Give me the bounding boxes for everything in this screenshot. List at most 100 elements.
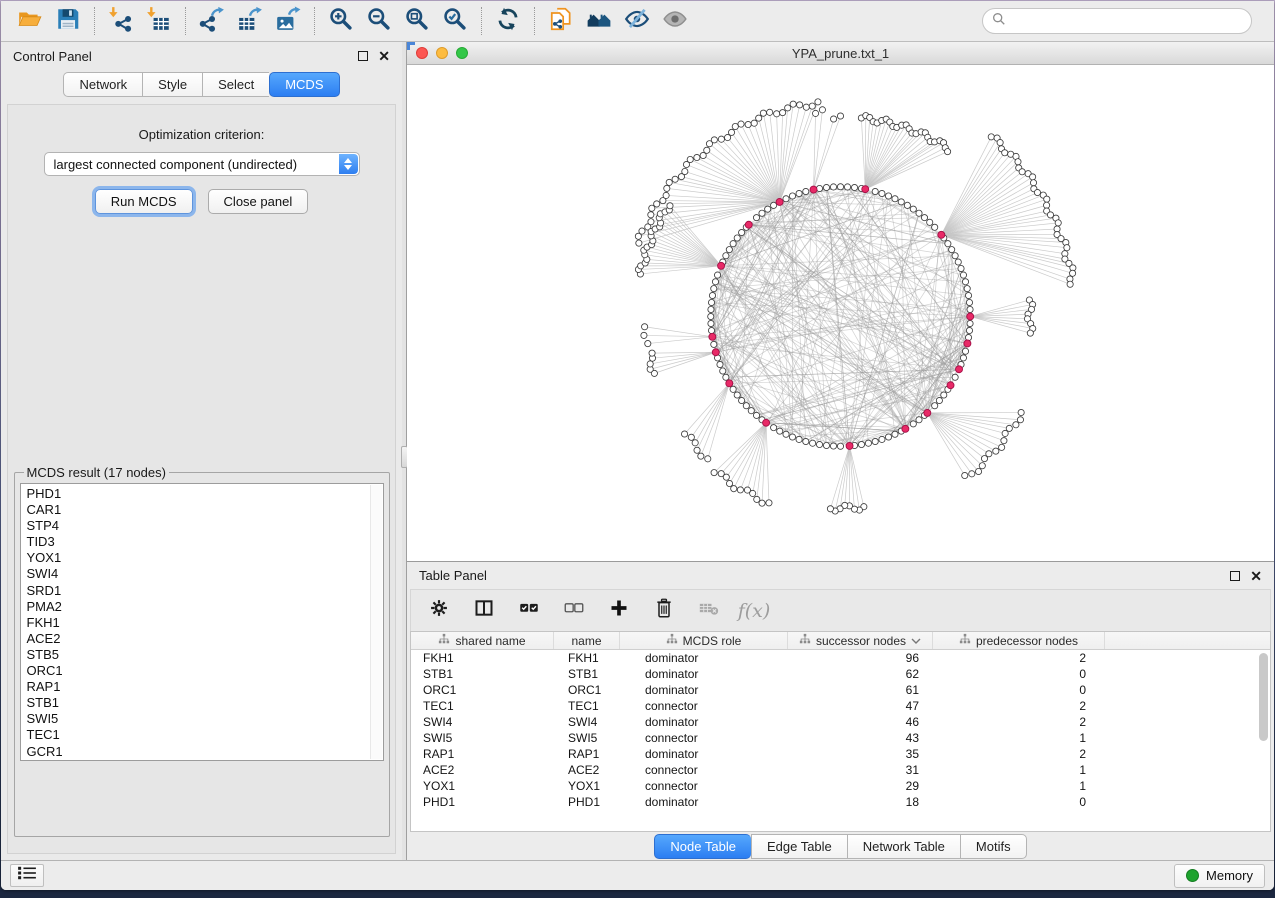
save-session-button[interactable] — [49, 4, 87, 38]
mcds-result-item[interactable]: STB5 — [27, 647, 369, 663]
column-header-shared-name[interactable]: shared name — [411, 632, 554, 649]
attribute-tree-icon — [799, 633, 811, 648]
unselect-all-button[interactable] — [562, 599, 586, 623]
task-history-button[interactable] — [10, 864, 44, 887]
split-columns-button[interactable] — [472, 599, 496, 623]
hide-selected-button[interactable] — [618, 4, 656, 38]
export-table-icon — [237, 6, 263, 37]
mcds-result-item[interactable]: SWI4 — [27, 566, 369, 582]
tab-network[interactable]: Network — [63, 72, 142, 97]
table-cell: SWI4 — [554, 715, 620, 729]
mcds-result-item[interactable]: SWI5 — [27, 711, 369, 727]
toolbar-separator — [185, 7, 186, 35]
mcds-result-item[interactable]: PHD1 — [27, 486, 369, 502]
close-table-panel-icon[interactable]: ✕ — [1250, 571, 1262, 581]
add-column-button[interactable] — [607, 599, 631, 623]
close-panel-button[interactable]: Close panel — [208, 189, 309, 214]
mcds-result-item[interactable]: STB1 — [27, 695, 369, 711]
memory-button[interactable]: Memory — [1174, 864, 1265, 888]
table-row[interactable]: SWI4SWI4dominator462 — [411, 714, 1270, 730]
table-row[interactable]: FKH1FKH1dominator962 — [411, 650, 1270, 666]
main-toolbar — [1, 1, 1274, 42]
refresh-icon — [495, 6, 521, 37]
tab-edge-table[interactable]: Edge Table — [751, 834, 847, 859]
close-panel-icon[interactable]: ✕ — [378, 51, 390, 61]
select-all-button[interactable] — [517, 599, 541, 623]
mcds-result-item[interactable]: STP4 — [27, 518, 369, 534]
delete-table-button[interactable] — [697, 599, 721, 623]
mcds-result-item[interactable]: ORC1 — [27, 663, 369, 679]
open-file-button[interactable] — [11, 4, 49, 38]
table-cell: dominator — [620, 747, 788, 761]
zoom-out-button[interactable] — [360, 4, 398, 38]
mcds-result-list[interactable]: PHD1CAR1STP4TID3YOX1SWI4SRD1PMA2FKH1ACE2… — [20, 483, 384, 761]
refresh-view-button[interactable] — [489, 4, 527, 38]
network-view-titlebar[interactable]: YPA_prune.txt_1 — [407, 42, 1274, 65]
mcds-result-item[interactable]: YOX1 — [27, 550, 369, 566]
table-row[interactable]: PHD1PHD1dominator180 — [411, 794, 1270, 810]
column-header-predecessor-nodes[interactable]: predecessor nodes — [933, 632, 1105, 649]
export-image-button[interactable] — [269, 4, 307, 38]
table-row[interactable]: ACE2ACE2connector311 — [411, 762, 1270, 778]
tab-select[interactable]: Select — [202, 72, 269, 97]
column-header-name[interactable]: name — [554, 632, 620, 649]
show-all-button[interactable] — [656, 4, 694, 38]
optimization-criterion-label: Optimization criterion: — [139, 127, 265, 142]
table-cell: dominator — [620, 683, 788, 697]
zoom-in-button[interactable] — [322, 4, 360, 38]
select-stepper-icon — [339, 154, 358, 174]
fx-icon: f(x) — [738, 600, 771, 622]
import-network-button[interactable] — [102, 4, 140, 38]
mcds-result-item[interactable]: PMA2 — [27, 599, 369, 615]
mcds-list-scrollbar[interactable] — [370, 485, 382, 759]
mcds-result-item[interactable]: TEC1 — [27, 727, 369, 743]
tab-node-table[interactable]: Node Table — [654, 834, 751, 859]
table-scrollbar-thumb[interactable] — [1259, 653, 1268, 741]
duplicate-network-button[interactable] — [542, 4, 580, 38]
search-box[interactable] — [982, 8, 1252, 34]
mcds-result-item[interactable]: FKH1 — [27, 615, 369, 631]
table-cell: connector — [620, 779, 788, 793]
tab-network-table[interactable]: Network Table — [847, 834, 960, 859]
tab-mcds[interactable]: MCDS — [269, 72, 339, 97]
tab-motifs[interactable]: Motifs — [960, 834, 1027, 859]
table-row[interactable]: STB1STB1dominator620 — [411, 666, 1270, 682]
zoom-fit-button[interactable] — [398, 4, 436, 38]
mcds-result-item[interactable]: SRD1 — [27, 583, 369, 599]
tab-style[interactable]: Style — [142, 72, 202, 97]
zoom-fit-icon — [404, 6, 430, 37]
table-cell: SWI5 — [411, 731, 554, 745]
first-neighbors-button[interactable] — [580, 4, 618, 38]
table-cell: 1 — [933, 763, 1105, 777]
search-input[interactable] — [1012, 14, 1242, 29]
network-canvas[interactable] — [407, 65, 1274, 561]
mcds-result-group: MCDS result (17 nodes) PHD1CAR1STP4TID3Y… — [14, 465, 390, 837]
table-panel-header: Table Panel ✕ — [407, 562, 1274, 589]
run-mcds-button[interactable]: Run MCDS — [95, 189, 193, 214]
mcds-result-item[interactable]: RAP1 — [27, 679, 369, 695]
control-panel-tabs: Network Style Select MCDS — [1, 70, 402, 104]
table-row[interactable]: ORC1ORC1dominator610 — [411, 682, 1270, 698]
mcds-result-item[interactable]: GCR1 — [27, 744, 369, 760]
table-row[interactable]: SWI5SWI5connector431 — [411, 730, 1270, 746]
mcds-result-item[interactable]: ACE2 — [27, 631, 369, 647]
import-table-button[interactable] — [140, 4, 178, 38]
control-panel-title: Control Panel — [13, 49, 358, 64]
table-row[interactable]: RAP1RAP1dominator352 — [411, 746, 1270, 762]
table-settings-button[interactable] — [427, 599, 451, 623]
column-header-successor-nodes[interactable]: successor nodes — [788, 632, 933, 649]
memory-status-dot — [1186, 869, 1199, 882]
float-panel-icon[interactable] — [358, 51, 368, 61]
optimization-criterion-select[interactable]: largest connected component (undirected) — [44, 152, 360, 176]
function-builder-button[interactable]: f(x) — [742, 599, 766, 623]
export-table-button[interactable] — [231, 4, 269, 38]
float-table-panel-icon[interactable] — [1230, 571, 1240, 581]
delete-column-button[interactable] — [652, 599, 676, 623]
export-network-button[interactable] — [193, 4, 231, 38]
column-header-mcds-role[interactable]: MCDS role — [620, 632, 788, 649]
mcds-result-item[interactable]: CAR1 — [27, 502, 369, 518]
table-row[interactable]: YOX1YOX1connector291 — [411, 778, 1270, 794]
zoom-selected-button[interactable] — [436, 4, 474, 38]
mcds-result-item[interactable]: TID3 — [27, 534, 369, 550]
table-row[interactable]: TEC1TEC1connector472 — [411, 698, 1270, 714]
